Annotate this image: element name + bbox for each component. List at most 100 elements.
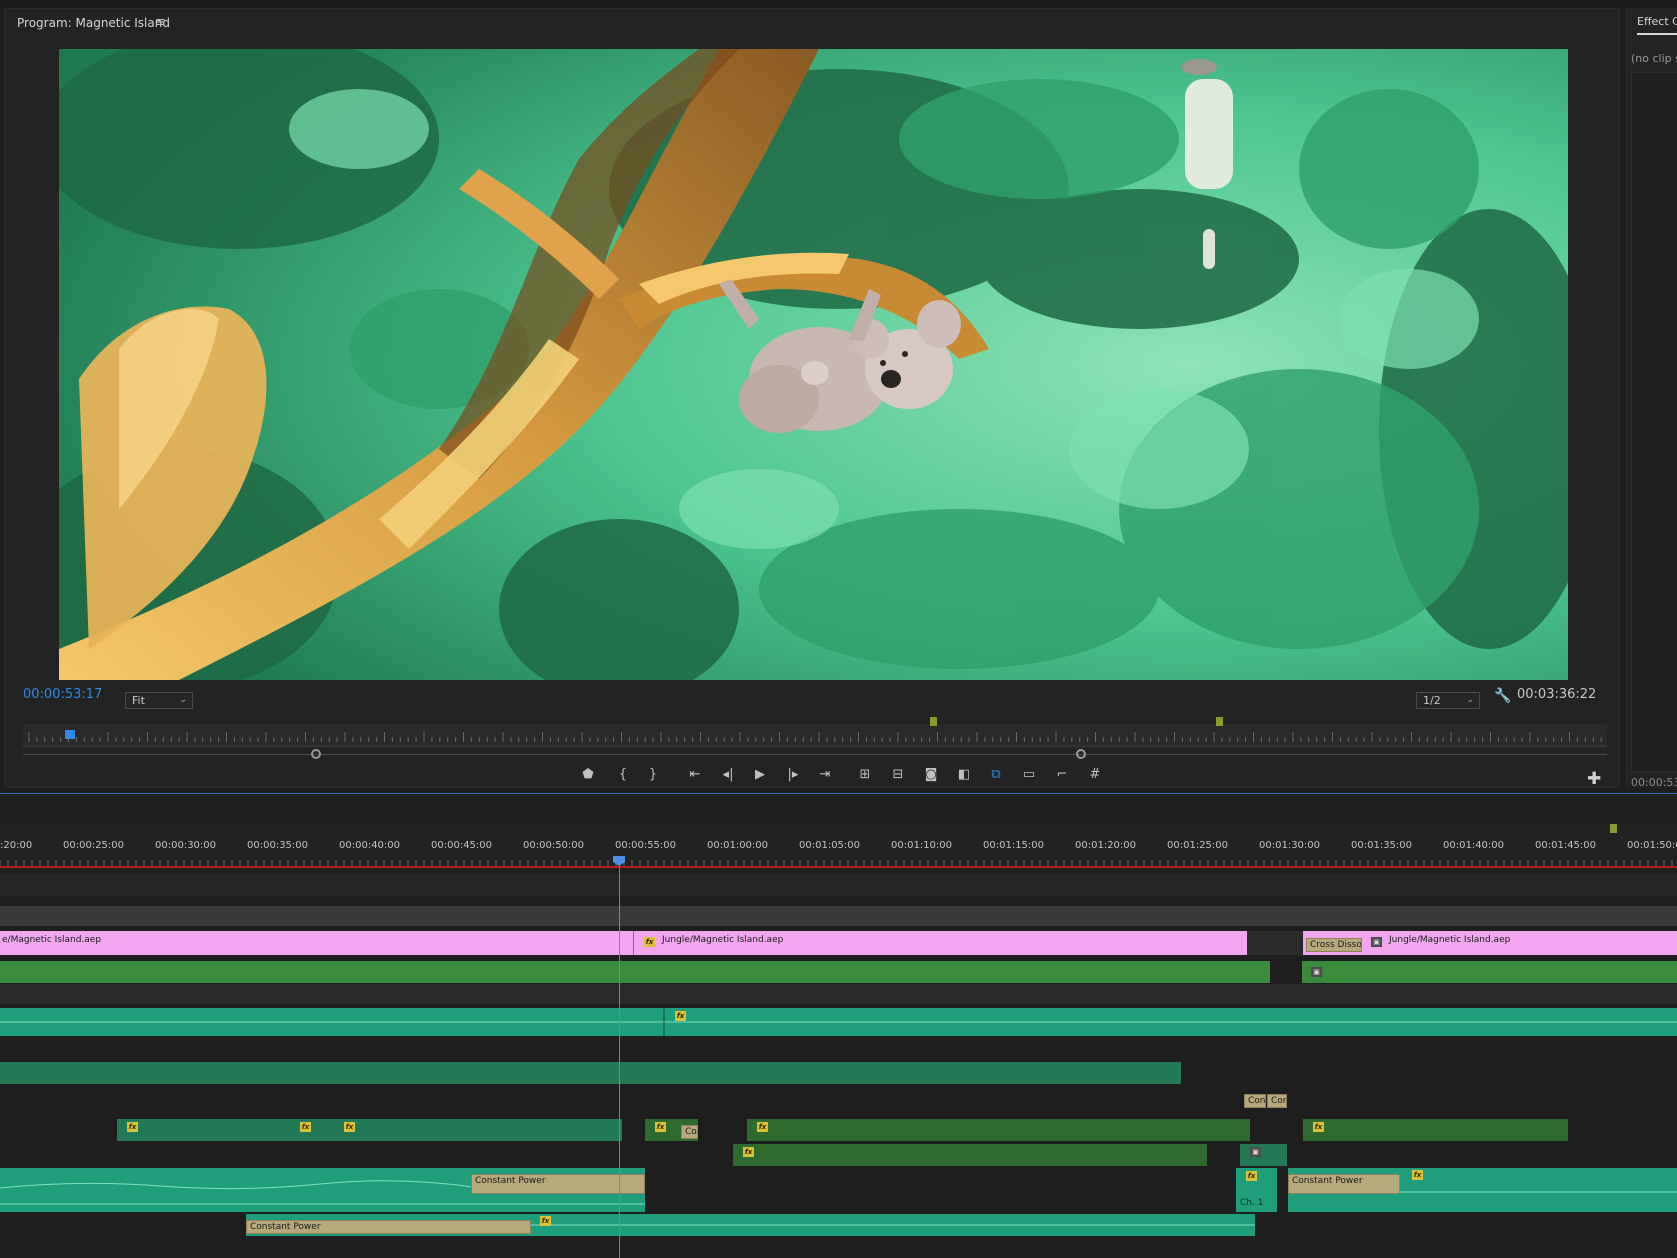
program-monitor-panel: Program: Magnetic Island ≡ 00:00:53:17 F…	[4, 8, 1621, 791]
proxy-toggle-icon[interactable]: ⧉	[986, 767, 1006, 782]
audio-clip[interactable]: Constant Power fx	[246, 1214, 1255, 1236]
adjustment-clip[interactable]	[0, 961, 1270, 983]
duration-timecode: 00:03:36:22	[1517, 687, 1597, 702]
playback-resolution-select[interactable]: 1/2 ⌄	[1416, 692, 1480, 709]
fx-badge: ▣	[1250, 1147, 1261, 1157]
ruler-tick-label: 00:01:35:00	[1351, 840, 1413, 851]
audio-clip[interactable]: fx Con	[645, 1119, 698, 1141]
go-to-out-icon[interactable]: ⇥	[815, 767, 835, 782]
marker-flag[interactable]	[930, 717, 937, 726]
extract-icon[interactable]: ⊟	[888, 767, 908, 782]
lift-icon[interactable]: ⊞	[855, 767, 875, 782]
zoom-fit-select[interactable]: Fit ⌄	[125, 692, 193, 709]
cross-dissolve-transition[interactable]: Cross Dissolve	[1306, 938, 1362, 952]
settings-wrench-icon[interactable]: 🔧	[1494, 688, 1511, 704]
panel-menu-icon[interactable]: ≡	[155, 15, 166, 30]
fx-badge: fx	[644, 937, 655, 947]
program-playhead-marker[interactable]	[65, 730, 75, 739]
ruler-tick-label: 00:01:00:00	[707, 840, 769, 851]
constant-power-transition[interactable]: Constant Power	[1288, 1174, 1400, 1194]
fx-badge: fx	[300, 1122, 311, 1132]
fx-badge: ▣	[1311, 967, 1322, 977]
audio-clip[interactable]: Constant Power fx	[1288, 1168, 1677, 1212]
overlay-icon[interactable]: #	[1085, 767, 1105, 782]
audio-waveform	[0, 1008, 1677, 1036]
safe-margins-icon[interactable]: ⌐	[1052, 767, 1072, 782]
zoom-handle-left[interactable]	[311, 749, 321, 759]
marker-flag[interactable]	[1216, 717, 1223, 726]
ruler-tick-label: 00:01:45:00	[1535, 840, 1597, 851]
zoom-fit-value: Fit	[132, 694, 145, 707]
constant-power-transition[interactable]: Constant Power	[246, 1220, 531, 1234]
ruler-tick-label: 00:00:45:00	[431, 840, 493, 851]
ruler-tick-label: 00:01:50:0	[1627, 840, 1677, 851]
go-to-in-icon[interactable]: ⇤	[685, 767, 705, 782]
ruler-tick-label: 00:00:40:00	[339, 840, 401, 851]
audio-clip[interactable]	[0, 1062, 1181, 1084]
play-icon[interactable]: ▶	[750, 767, 770, 782]
audio-clip[interactable]: fx	[733, 1144, 1207, 1166]
fx-badge: fx	[1246, 1171, 1257, 1181]
video-track-v4[interactable]	[0, 874, 1677, 896]
fx-badge: fx	[1412, 1170, 1423, 1180]
vr-video-icon[interactable]: ▭	[1019, 767, 1039, 782]
fx-badge: fx	[743, 1147, 754, 1157]
ruler-tick-label: 00:01:20:00	[1075, 840, 1137, 851]
ruler-tick-label: 00:01:40:00	[1443, 840, 1505, 851]
ruler-tick-label: 00:00:30:00	[155, 840, 217, 851]
audio-clip[interactable]: Constant Power	[0, 1168, 645, 1212]
fx-badge: fx	[675, 1011, 686, 1021]
timeline-playhead[interactable]	[619, 858, 620, 1258]
adjustment-clip[interactable]: ▣	[1302, 961, 1677, 983]
constant-power-transition[interactable]: Con	[1244, 1094, 1266, 1108]
audio-clip[interactable]: fx	[1303, 1119, 1568, 1141]
video-clip[interactable]: Cross Dissolve ▣ Jungle/Magnetic Island.…	[1303, 931, 1677, 955]
audio-clip[interactable]: fx	[747, 1119, 1250, 1141]
fx-badge: fx	[655, 1122, 666, 1132]
marker-flag[interactable]	[1610, 824, 1617, 833]
constant-power-transition[interactable]: Con	[1267, 1094, 1287, 1108]
video-clip[interactable]: e/Magnetic Island.aep	[0, 931, 633, 955]
ruler-tick-label: 00:01:25:00	[1167, 840, 1229, 851]
effect-controls-tab[interactable]: Effect Controls	[1637, 15, 1677, 35]
channel-label: Ch. 1	[1240, 1198, 1264, 1208]
empty-gap	[1247, 931, 1303, 955]
audio-clip[interactable]: fx fx fx	[117, 1119, 622, 1141]
ruler-tick-label: 00:01:10:00	[891, 840, 953, 851]
export-frame-icon[interactable]: ◙	[921, 767, 941, 782]
clip-name: Jungle/Magnetic Island.aep	[1389, 935, 1511, 945]
fx-badge: fx	[1313, 1122, 1324, 1132]
transport-controls: ⬟ {} ⇤ ◂| ▶ |▸ ⇥ ⊞ ⊟ ◙ ◧ ⧉ ▭ ⌐ #	[5, 767, 1621, 791]
fx-badge: fx	[757, 1122, 768, 1132]
audio-track-a2[interactable]	[0, 1038, 1677, 1058]
audio-track-a4[interactable]	[0, 1084, 1677, 1108]
video-clip[interactable]: fx Jungle/Magnetic Island.aep	[633, 931, 1247, 955]
program-panel-title[interactable]: Program: Magnetic Island	[17, 16, 170, 30]
zoom-handle-right[interactable]	[1076, 749, 1086, 759]
audio-clip[interactable]: ▣	[1240, 1144, 1287, 1166]
audio-clip[interactable]: fx	[0, 1008, 1677, 1036]
comparison-view-icon[interactable]: ◧	[954, 767, 974, 782]
button-editor-add-icon[interactable]: ✚	[1587, 769, 1601, 789]
ruler-tick-label: 00:01:30:00	[1259, 840, 1321, 851]
audio-clip[interactable]: fx Ch. 1	[1236, 1168, 1277, 1212]
marker-icon[interactable]: ⬟	[578, 767, 598, 782]
step-forward-icon[interactable]: |▸	[783, 767, 803, 782]
clip-name: e/Magnetic Island.aep	[2, 935, 102, 945]
divider-track	[0, 984, 1677, 1004]
constant-power-transition[interactable]: Con	[681, 1125, 698, 1139]
step-back-icon[interactable]: ◂|	[718, 767, 738, 782]
current-timecode[interactable]: 00:00:53:17	[23, 687, 102, 702]
ruler-tick-label: 00:00:35:00	[247, 840, 309, 851]
ruler-tick-label: 00:00:50:00	[523, 840, 585, 851]
ruler-tick-label: 00:00:25:00	[63, 840, 125, 851]
zoom-scroll-bar[interactable]	[23, 754, 1607, 755]
program-video-frame[interactable]	[59, 49, 1568, 680]
ruler-tick-label: :20:00	[0, 840, 33, 851]
mark-in-icon[interactable]: {	[613, 767, 633, 782]
clip-name: Jungle/Magnetic Island.aep	[662, 935, 784, 945]
video-track-v3[interactable]	[0, 906, 1677, 926]
timeline-ruler[interactable]: :20:00 00:00:25:00 00:00:30:00 00:00:35:00 0…	[0, 824, 1677, 868]
mark-out-icon[interactable]: }	[643, 767, 663, 782]
program-time-ruler[interactable]	[23, 724, 1607, 748]
